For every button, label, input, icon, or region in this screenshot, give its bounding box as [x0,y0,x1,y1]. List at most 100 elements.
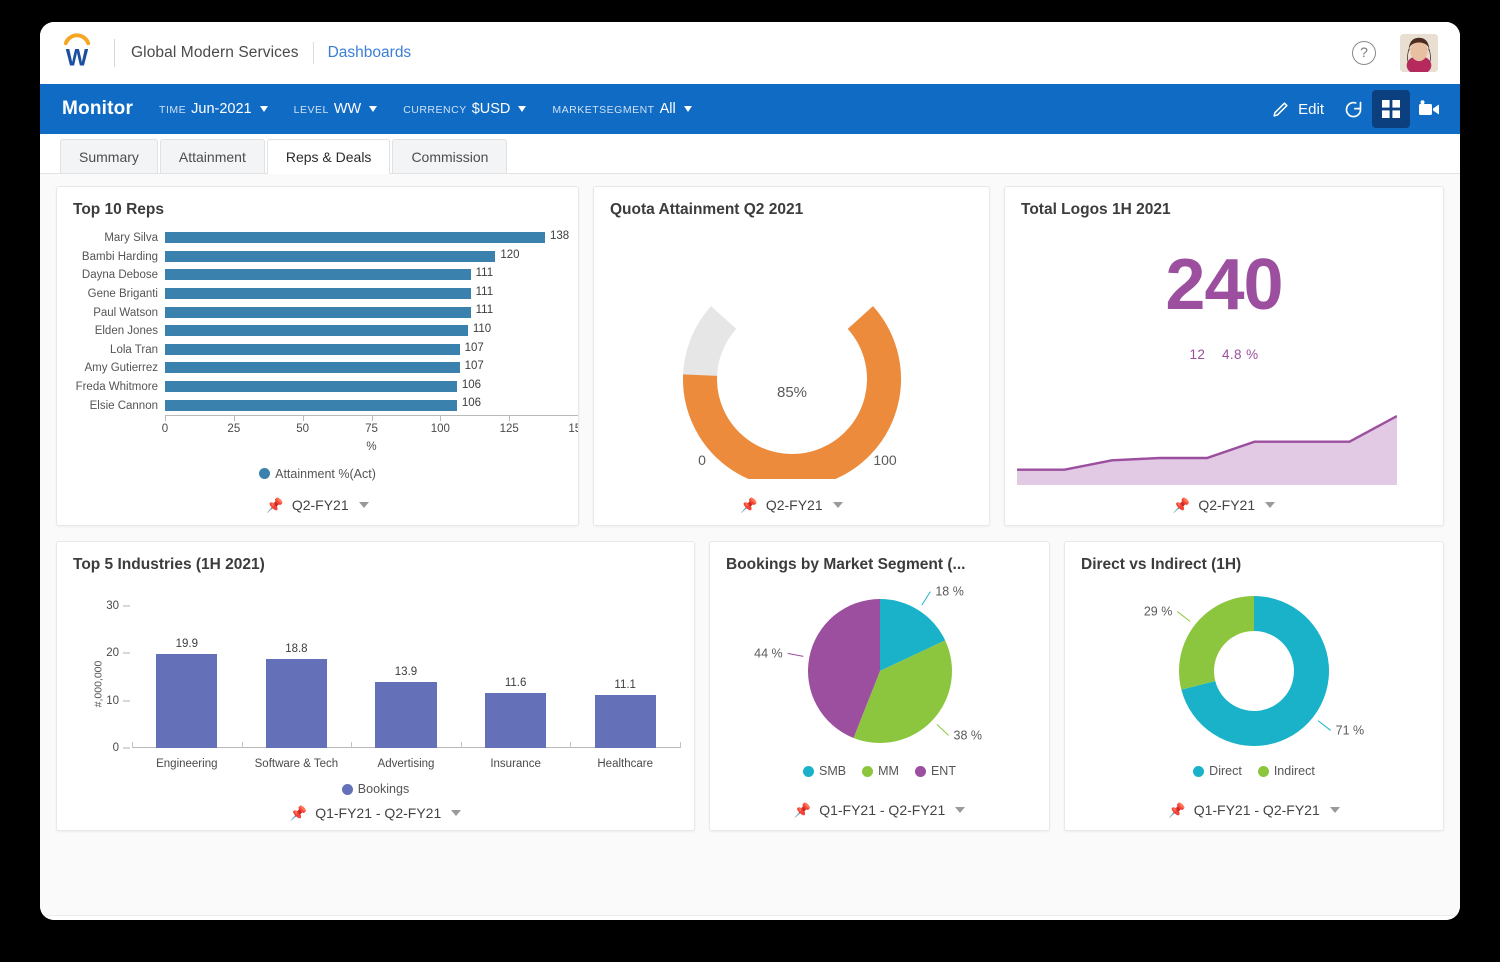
axis-tick-label: 25 [227,423,240,435]
bar-row[interactable]: Elden Jones110 [57,322,578,341]
footer-period-label: Q2-FY21 [292,497,349,513]
pie-leader-line [787,653,803,656]
card-footer-top-reps[interactable]: 📌 Q2-FY21 [57,485,578,525]
bar-row[interactable]: Dayna Debose111 [57,266,578,285]
bar-category-label: Freda Whitmore [57,381,165,393]
axis-tick [123,748,130,749]
x-axis-category-label: Healthcare [597,758,653,770]
axis-tick-label: 125 [500,423,519,435]
bar-fill [485,693,546,748]
pin-icon: 📌 [740,497,757,514]
tab-summary[interactable]: Summary [60,139,158,173]
bar-fill [165,307,471,318]
bar-column[interactable]: 11.6 [485,594,546,748]
card-footer-segment[interactable]: 📌 Q1-FY21 - Q2-FY21 [710,790,1049,830]
grid-view-button[interactable] [1372,90,1410,128]
legend-top-reps: Attainment %(Act) [57,467,578,481]
tab-commission[interactable]: Commission [392,139,507,173]
sparkline-area [1017,405,1397,485]
filter-time-value: Jun-2021 [191,101,251,117]
bar-column[interactable]: 18.8 [266,594,327,748]
chevron-down-icon [1330,807,1340,813]
bar-row[interactable]: Lola Tran107 [57,341,578,360]
pie-svg: 18 %38 %44 % [720,581,1040,761]
page-footer: © 2021 Workday, Inc. All rights reserved… [40,915,1460,920]
chevron-down-icon [260,106,268,112]
card-footer-logos[interactable]: 📌 Q2-FY21 [1005,485,1443,525]
tab-attainment[interactable]: Attainment [160,139,265,173]
edit-button[interactable]: Edit [1261,94,1334,125]
kpi-delta-abs: 12 [1190,347,1206,362]
legend-label: MM [878,764,899,778]
legend-item[interactable]: Direct [1193,764,1242,778]
legend-item[interactable]: SMB [803,764,846,778]
breadcrumb-dashboards-link[interactable]: Dashboards [328,44,412,62]
pencil-icon [1271,100,1290,119]
bar-value-label: 110 [473,323,491,335]
y-axis-tick-label: 20 [93,647,119,659]
filter-level[interactable]: LEVEL WW [294,101,378,117]
axis-tick [303,416,304,421]
chart-top-reps[interactable]: Mary Silva138Bambi Harding120Dayna Debos… [57,223,578,485]
chart-quota-gauge[interactable]: 85% 0 100 [594,223,989,485]
footer-period-label: Q1-FY21 - Q2-FY21 [315,805,441,821]
video-button[interactable] [1410,90,1448,128]
tab-reps-and-deals[interactable]: Reps & Deals [267,139,391,174]
chart-market-segment-pie[interactable]: 18 %38 %44 % SMB MM ENT [710,578,1049,790]
legend-item[interactable]: Indirect [1258,764,1315,778]
bar-row[interactable]: Paul Watson111 [57,303,578,322]
svg-text:100: 100 [873,452,897,468]
axis-tick [509,416,510,421]
card-total-logos: Total Logos 1H 2021 240 12 4.8 % 📌 [1004,186,1444,526]
filter-currency-value: $USD [472,101,511,117]
bar-category-label: Gene Briganti [57,288,165,300]
filter-marketsegment[interactable]: MARKETSEGMENT All [552,101,691,117]
bar-row[interactable]: Mary Silva138 [57,229,578,248]
pie-leader-line [936,724,948,735]
card-title-logos: Total Logos 1H 2021 [1005,187,1443,223]
bar-row[interactable]: Amy Gutierrez107 [57,359,578,378]
refresh-icon [1343,99,1364,120]
svg-text:W: W [66,45,89,72]
legend-item[interactable]: MM [862,764,899,778]
card-title-industries: Top 5 Industries (1H 2021) [57,542,694,578]
bar-fill [165,344,460,355]
bar-column[interactable]: 19.9 [156,594,217,748]
refresh-button[interactable] [1334,90,1372,128]
x-axis-category-label: Engineering [156,758,217,770]
card-footer-industries[interactable]: 📌 Q1-FY21 - Q2-FY21 [57,796,694,830]
legend-label: Bookings [358,782,409,796]
filter-currency[interactable]: CURRENCY $USD [403,101,526,117]
monitor-toolbar: Monitor TIME Jun-2021 LEVEL WW CURRENCY … [40,84,1460,134]
filter-marketsegment-label: MARKETSEGMENT [552,104,654,116]
chevron-down-icon [955,807,965,813]
legend-item[interactable]: ENT [915,764,956,778]
pie-leader-line [1318,721,1331,731]
card-footer-direct[interactable]: 📌 Q1-FY21 - Q2-FY21 [1065,790,1443,830]
bar-column[interactable]: 13.9 [375,594,436,748]
bar-row[interactable]: Freda Whitmore106 [57,378,578,397]
bar-row[interactable]: Elsie Cannon106 [57,396,578,415]
chevron-down-icon [369,106,377,112]
chart-industries[interactable]: #,000,000 010203019.918.813.911.611.1Eng… [57,578,694,796]
filter-time[interactable]: TIME Jun-2021 [159,101,268,117]
org-name: Global Modern Services [131,44,299,62]
bar-value-label: 11.6 [505,677,527,689]
pie-value-label: 29 % [1144,605,1173,619]
bar-row[interactable]: Gene Briganti111 [57,285,578,304]
help-circle-icon[interactable]: ? [1352,41,1376,65]
chart-direct-indirect-donut[interactable]: 71 %29 % DirectIndirect [1065,578,1443,790]
breadcrumb-divider [313,42,314,64]
bar-category-label: Lola Tran [57,344,165,356]
pie-slice[interactable] [1179,596,1254,690]
pie-leader-line [1177,612,1190,622]
chart-total-logos[interactable]: 240 12 4.8 % [1005,223,1443,485]
bar-fill [165,232,545,243]
chevron-down-icon [451,810,461,816]
bar-column[interactable]: 11.1 [595,594,656,748]
card-footer-quota[interactable]: 📌 Q2-FY21 [594,485,989,525]
bar-row[interactable]: Bambi Harding120 [57,248,578,267]
user-avatar[interactable] [1400,34,1438,72]
workday-logo[interactable]: W [56,32,98,74]
axis-tick [440,416,441,421]
